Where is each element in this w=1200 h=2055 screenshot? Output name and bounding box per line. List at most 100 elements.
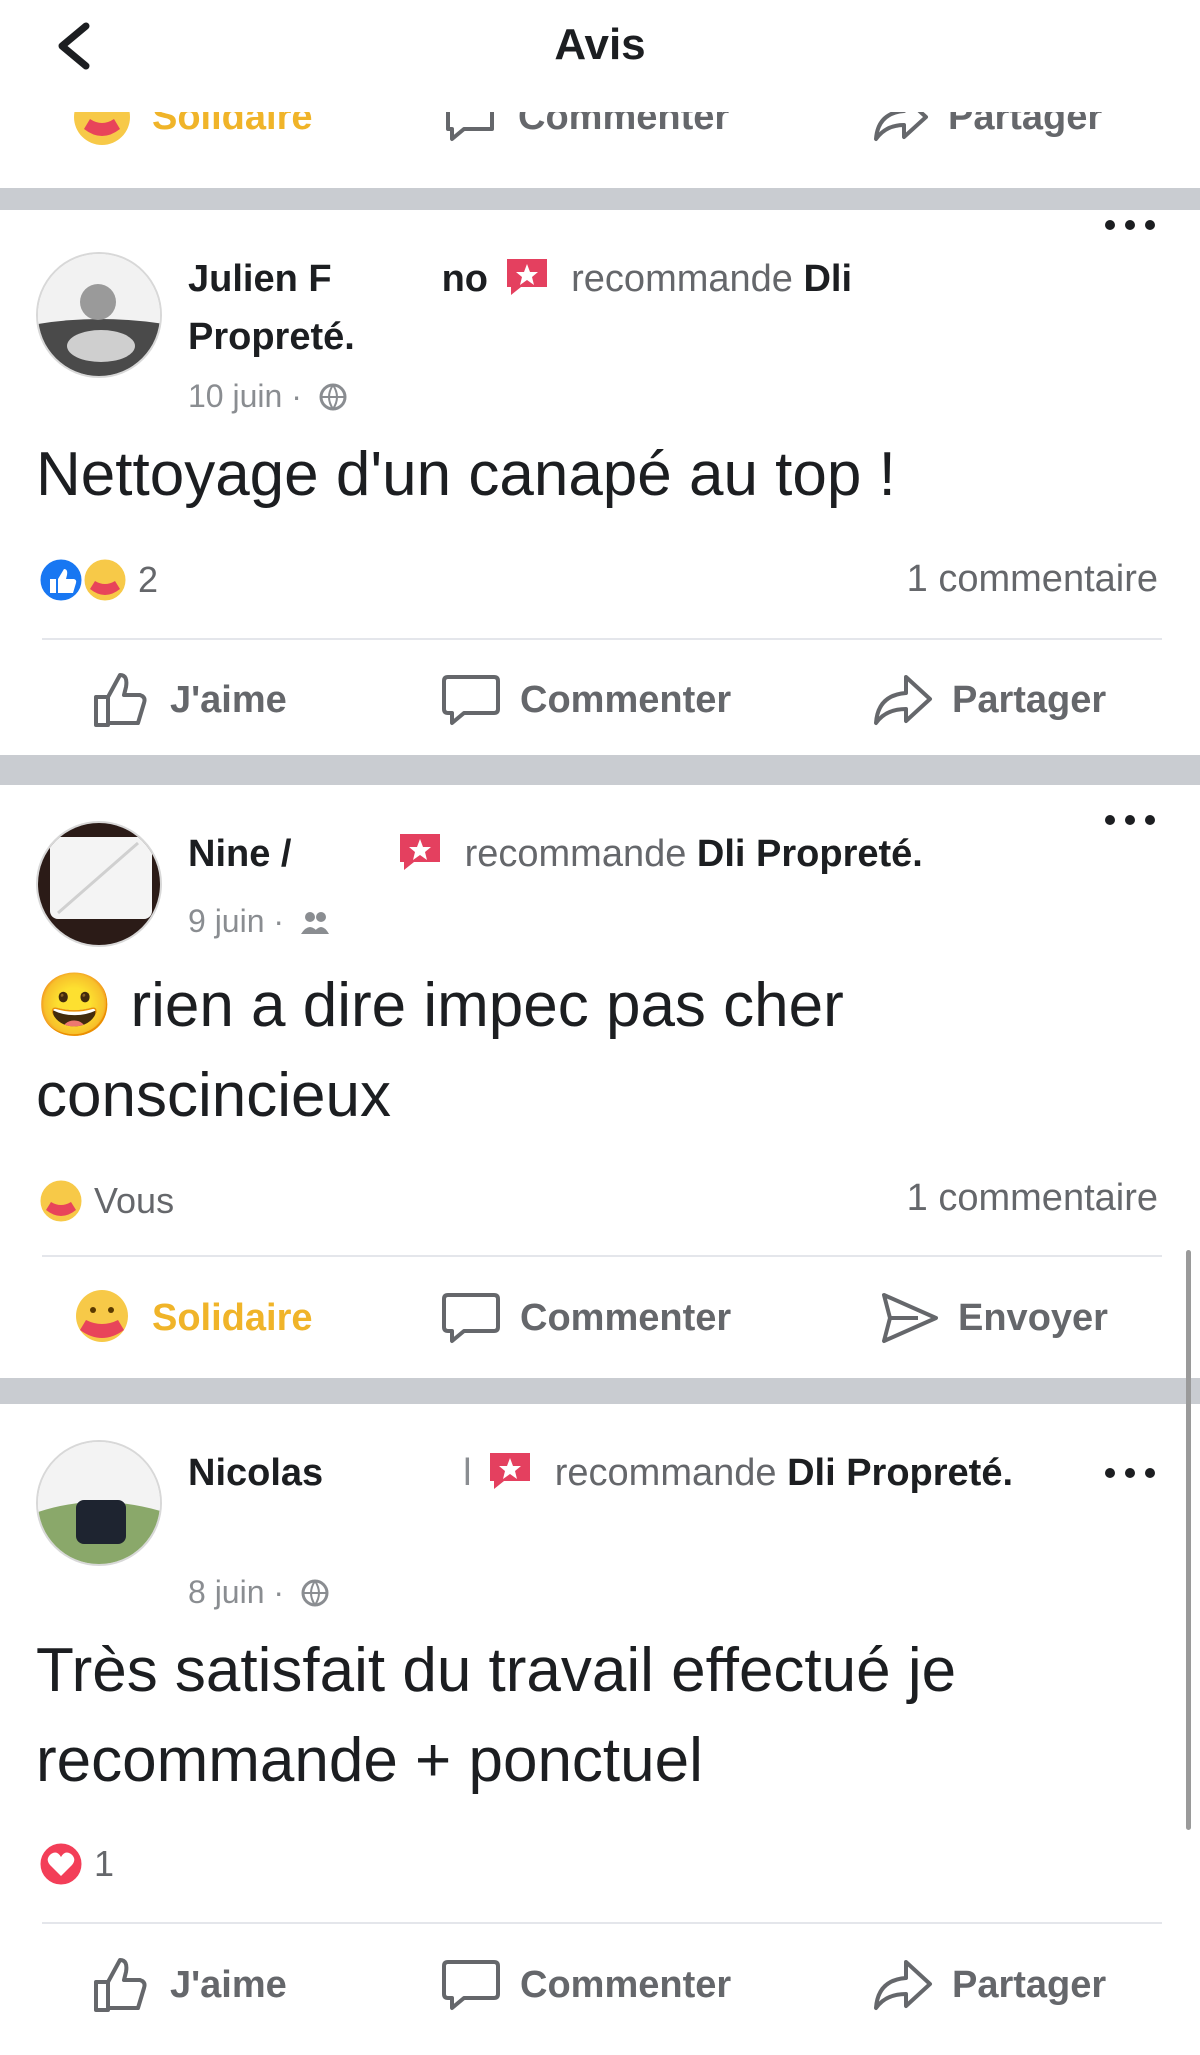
solidaire-label: Solidaire	[152, 112, 313, 138]
recommend-icon	[400, 834, 441, 870]
recommend-verb: recommande	[571, 258, 793, 300]
post-actions: J'aime Commenter Partager	[0, 1940, 1200, 2030]
share-icon	[874, 675, 932, 725]
comment-label: Commenter	[518, 112, 730, 138]
thumbs-up-icon	[94, 673, 147, 727]
share-button[interactable]: Partager	[870, 112, 1102, 162]
separator	[42, 638, 1162, 640]
post-meta: 10 juin ·	[188, 378, 349, 415]
comment-icon	[446, 112, 494, 141]
comment-icon	[442, 1960, 500, 2010]
share-label: Partager	[952, 678, 1107, 721]
share-label: Partager	[948, 112, 1103, 138]
love-icon	[37, 1840, 85, 1888]
care-icon	[81, 556, 129, 604]
like-button[interactable]: J'aime	[90, 1940, 287, 2030]
like-label: J'aime	[170, 678, 287, 721]
send-label: Envoyer	[958, 1296, 1108, 1339]
reactions-summary[interactable]: 2	[36, 552, 158, 608]
reactions-summary[interactable]: 1	[36, 1836, 114, 1892]
comment-button[interactable]: Commenter	[440, 112, 729, 162]
scrollbar[interactable]	[1186, 1250, 1191, 1830]
author-name-tail[interactable]: no	[442, 258, 488, 300]
more-options-icon[interactable]	[1100, 1458, 1160, 1488]
thumbs-up-icon	[94, 1958, 147, 2012]
share-button[interactable]: Partager	[870, 1940, 1106, 2030]
share-label: Partager	[952, 1963, 1107, 2006]
page-name[interactable]: Dli Propreté.	[697, 833, 923, 875]
send-icon	[882, 1293, 938, 1343]
post-actions: J'aime Commenter Partager	[0, 655, 1200, 745]
recommend-verb: recommande	[464, 833, 687, 875]
share-icon	[874, 1960, 932, 2010]
reactions-summary[interactable]: Vous	[36, 1173, 174, 1229]
friends-icon	[300, 912, 329, 934]
post-text: Nettoyage d'un canapé au top !	[36, 440, 896, 509]
post-text: Très satisfait du travail effectué je re…	[36, 1636, 957, 1795]
post-header: Nicolas l recommande Dli Propreté.	[188, 1444, 1018, 1502]
avatar[interactable]	[36, 821, 162, 947]
comment-button[interactable]: Commenter	[440, 1940, 731, 2030]
author-name-tail[interactable]: l	[463, 1452, 471, 1494]
post-text: 😀 rien a dire impec pas cher conscincieu…	[36, 961, 1156, 1141]
reaction-count: Vous	[94, 1180, 175, 1221]
comment-label: Commenter	[520, 1296, 732, 1339]
like-label: J'aime	[170, 1963, 287, 2006]
separator	[42, 1255, 1162, 1257]
share-icon	[874, 112, 928, 141]
page-name[interactable]: Dli Propreté.	[787, 1452, 1013, 1494]
comment-button[interactable]: Commenter	[440, 655, 731, 745]
more-options-icon[interactable]	[1100, 805, 1160, 835]
separator	[42, 1922, 1162, 1924]
post-meta: 9 juin ·	[188, 903, 331, 940]
author-name[interactable]: Nine /	[188, 833, 291, 875]
recommend-icon	[490, 1453, 531, 1489]
send-button[interactable]: Envoyer	[878, 1273, 1108, 1363]
care-icon	[76, 1290, 128, 1342]
globe-icon	[301, 1579, 329, 1607]
post-date[interactable]: 9 juin	[188, 903, 265, 939]
post-header: Julien Fno recommande Dli Propreté.	[188, 250, 1018, 366]
recommend-icon	[506, 259, 547, 295]
post-actions: Solidaire Commenter Envoyer	[0, 1273, 1200, 1363]
comment-icon	[442, 675, 500, 725]
post-date[interactable]: 8 juin	[188, 1574, 265, 1610]
comment-icon	[442, 1293, 500, 1343]
post-meta: 8 juin ·	[188, 1574, 331, 1611]
previous-post-actions: Solidaire Commenter Partager	[0, 112, 1200, 188]
emoji-grin-icon: 😀	[36, 971, 114, 1040]
post-card: Nine / recommande Dli Propreté. 9 juin ·…	[0, 785, 1200, 1365]
comments-count[interactable]: 1 commentaire	[907, 1177, 1158, 1220]
author-name[interactable]: Julien F	[188, 258, 332, 300]
divider	[0, 755, 1200, 785]
solidaire-button[interactable]: Solidaire	[70, 1273, 313, 1363]
solidaire-label: Solidaire	[152, 1296, 313, 1339]
reaction-count: 2	[138, 559, 159, 600]
post-text-body: rien a dire impec pas cher conscincieux	[36, 971, 844, 1130]
page-title: Avis	[554, 20, 646, 69]
comment-label: Commenter	[520, 678, 732, 721]
comment-button[interactable]: Commenter	[440, 1273, 731, 1363]
post-header: Nine / recommande Dli Propreté.	[188, 825, 1018, 883]
care-icon	[74, 112, 130, 145]
post-date[interactable]: 10 juin	[188, 378, 282, 414]
like-button[interactable]: J'aime	[90, 655, 287, 745]
divider	[0, 1378, 1200, 1404]
solidaire-button[interactable]: Solidaire	[70, 112, 313, 162]
globe-icon	[319, 383, 347, 411]
recommend-verb: recommande	[554, 1452, 777, 1494]
avatar[interactable]	[36, 252, 162, 378]
avatar[interactable]	[36, 1440, 162, 1566]
more-options-icon[interactable]	[1100, 210, 1160, 240]
comment-label: Commenter	[520, 1963, 732, 2006]
post-card: Julien Fno recommande Dli Propreté. 10 j…	[0, 210, 1200, 755]
reaction-count: 1	[94, 1843, 115, 1884]
comments-count[interactable]: 1 commentaire	[907, 558, 1158, 601]
top-bar: Avis	[0, 0, 1200, 112]
post-card: Nicolas l recommande Dli Propreté. 8 juin…	[0, 1404, 1200, 2055]
author-name[interactable]: Nicolas	[188, 1452, 323, 1494]
care-icon	[37, 1177, 85, 1225]
divider	[0, 188, 1200, 210]
like-icon	[37, 556, 85, 604]
share-button[interactable]: Partager	[870, 655, 1106, 745]
